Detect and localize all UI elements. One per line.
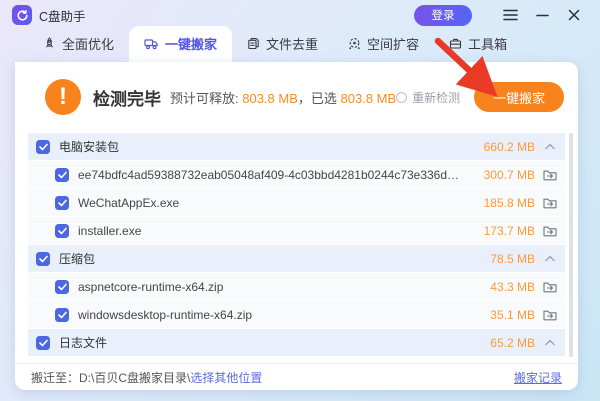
destination-path: D:\百贝C盘搬家目录\: [79, 369, 190, 386]
footer-bar: 搬迁至： D:\百贝C盘搬家目录\ 选择其他位置 搬家记录: [15, 363, 578, 390]
checkbox-checked[interactable]: [55, 280, 69, 294]
tab-space-expand[interactable]: 空间扩容: [333, 26, 434, 62]
file-name: ee74bdfc4ad59388732eab05048af409-4c03bbd…: [78, 168, 473, 182]
tab-toolbox[interactable]: 工具箱: [434, 26, 522, 62]
choose-location-link[interactable]: 选择其他位置: [190, 369, 262, 386]
recheck-label: 重新检测: [412, 89, 460, 106]
file-size: 185.8 MB: [473, 196, 535, 210]
checkbox-checked[interactable]: [36, 252, 50, 266]
file-size: 43.3 MB: [473, 280, 535, 294]
documents-icon: [247, 37, 260, 50]
move-folder-icon[interactable]: [535, 225, 565, 237]
login-button[interactable]: 登录: [414, 5, 472, 26]
file-size: 173.7 MB: [473, 224, 535, 238]
file-row[interactable]: WeChatAppEx.exe 185.8 MB: [28, 189, 565, 216]
group-row-logs[interactable]: 日志文件 65.2 MB: [28, 329, 565, 356]
scan-summary: ! 检测完毕 预计可释放: 803.8 MB，已选 803.8 MB 重新检测 …: [15, 62, 578, 132]
file-row[interactable]: windowsdesktop-runtime-x64.zip 35.1 MB: [28, 301, 565, 328]
warning-icon: !: [45, 79, 81, 115]
file-list: 电脑安装包 660.2 MB ee74bdfc4ad59388732eab050…: [28, 133, 565, 357]
checkbox-checked[interactable]: [55, 196, 69, 210]
file-row[interactable]: ee74bdfc4ad59388732eab05048af409-4c03bbd…: [28, 161, 565, 188]
close-icon[interactable]: [562, 4, 586, 26]
file-name: windowsdesktop-runtime-x64.zip: [78, 308, 473, 322]
group-label: 压缩包: [59, 250, 473, 267]
minimize-icon[interactable]: [530, 4, 554, 26]
list-scrollbar[interactable]: [569, 133, 573, 357]
collapse-chevron-icon[interactable]: [535, 339, 565, 346]
collapse-chevron-icon[interactable]: [535, 255, 565, 262]
scan-status: 检测完毕: [93, 85, 161, 110]
move-folder-icon[interactable]: [535, 197, 565, 209]
releasable-value: 803.8 MB: [242, 91, 298, 106]
move-folder-icon[interactable]: [535, 169, 565, 181]
tab-label: 工具箱: [468, 34, 507, 53]
recheck-icon: [396, 92, 407, 103]
tab-label: 文件去重: [266, 34, 318, 53]
tab-file-dedup[interactable]: 文件去重: [232, 26, 333, 62]
group-size: 660.2 MB: [473, 140, 535, 154]
group-label: 电脑安装包: [59, 138, 473, 155]
menu-icon[interactable]: [498, 4, 522, 26]
checkbox-checked[interactable]: [55, 168, 69, 182]
checkbox-checked[interactable]: [36, 140, 50, 154]
app-title: C盘助手: [39, 6, 86, 25]
file-name: WeChatAppEx.exe: [78, 196, 473, 210]
file-row[interactable]: installer.exe 173.7 MB: [28, 217, 565, 244]
one-click-move-button[interactable]: 一键搬家: [474, 82, 564, 112]
checkbox-checked[interactable]: [36, 336, 50, 350]
tab-label: 空间扩容: [367, 34, 419, 53]
releasable-label: 预计可释放:: [170, 91, 242, 106]
rocket-icon: [43, 37, 56, 50]
tab-one-click-move[interactable]: 一键搬家: [129, 26, 232, 62]
collapse-chevron-icon[interactable]: [535, 143, 565, 150]
tab-label: 一键搬家: [165, 34, 217, 53]
group-size: 78.5 MB: [473, 252, 535, 266]
selected-value: 803.8 MB: [341, 91, 397, 106]
file-size: 35.1 MB: [473, 308, 535, 322]
checkbox-checked[interactable]: [55, 224, 69, 238]
group-row-installers[interactable]: 电脑安装包 660.2 MB: [28, 133, 565, 160]
move-history-link[interactable]: 搬家记录: [514, 369, 562, 386]
destination-label: 搬迁至：: [31, 369, 79, 386]
tab-label: 全面优化: [62, 34, 114, 53]
file-name: aspnetcore-runtime-x64.zip: [78, 280, 473, 294]
move-folder-icon[interactable]: [535, 281, 565, 293]
truck-icon: [144, 37, 159, 50]
scan-detail: 预计可释放: 803.8 MB，已选 803.8 MB: [170, 88, 396, 107]
selected-label: ，已选: [298, 91, 341, 106]
group-row-archives[interactable]: 压缩包 78.5 MB: [28, 245, 565, 272]
tab-bar: 全面优化 一键搬家 文件去重 空间扩容 工具箱: [0, 30, 600, 62]
file-row[interactable]: aspnetcore-runtime-x64.zip 43.3 MB: [28, 273, 565, 300]
tab-full-optimize[interactable]: 全面优化: [28, 26, 129, 62]
expand-icon: [348, 37, 361, 50]
group-label: 日志文件: [59, 334, 473, 351]
move-folder-icon[interactable]: [535, 309, 565, 321]
group-size: 65.2 MB: [473, 336, 535, 350]
recheck-button[interactable]: 重新检测: [396, 89, 460, 106]
app-logo-icon: [12, 5, 32, 25]
main-panel: ! 检测完毕 预计可释放: 803.8 MB，已选 803.8 MB 重新检测 …: [15, 62, 578, 390]
checkbox-checked[interactable]: [55, 308, 69, 322]
file-name: installer.exe: [78, 224, 473, 238]
toolbox-icon: [449, 37, 462, 50]
file-size: 300.7 MB: [473, 168, 535, 182]
